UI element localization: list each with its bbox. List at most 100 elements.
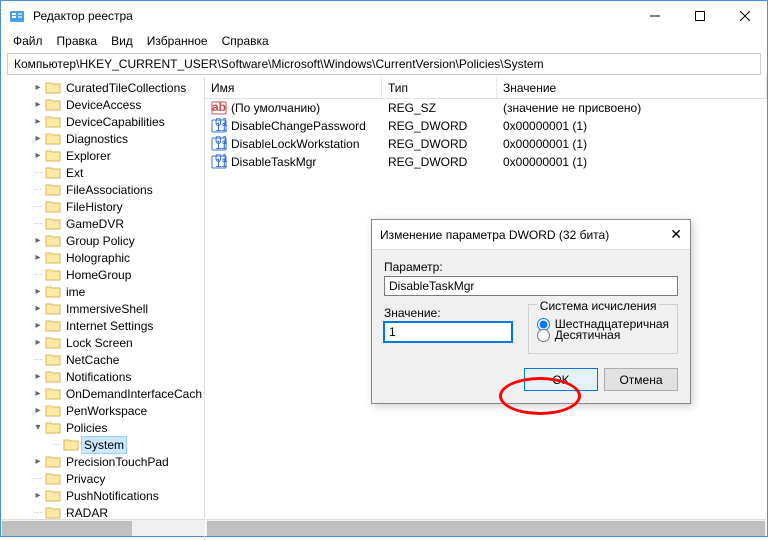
chevron-right-icon[interactable]: ▸ [31, 286, 45, 297]
tree-label: Lock Screen [64, 335, 135, 351]
chevron-right-icon[interactable]: ▸ [31, 303, 45, 314]
tree-connector: ⋯ [31, 473, 45, 484]
tree-item[interactable]: ▸Internet Settings [1, 317, 204, 334]
tree-label: ImmersiveShell [64, 301, 150, 317]
tree-item[interactable]: ▸DeviceCapabilities [1, 113, 204, 130]
tree-connector: ⋯ [31, 269, 45, 280]
base-fieldset: Система исчисления Шестнадцатеричная Дес… [528, 304, 678, 354]
close-button[interactable] [722, 1, 767, 31]
tree-item[interactable]: ▸OnDemandInterfaceCach [1, 385, 204, 402]
address-bar[interactable]: Компьютер\HKEY_CURRENT_USER\Software\Mic… [7, 53, 761, 75]
value-type-icon: 011110 [211, 136, 227, 152]
svg-text:ab: ab [212, 100, 226, 114]
tree-item[interactable]: ▸ Lock Screen [1, 334, 204, 351]
value-row[interactable]: 011110DisableLockWorkstationREG_DWORD0x0… [205, 135, 767, 153]
horizontal-scrollbar-right[interactable] [206, 519, 766, 536]
value-row[interactable]: 011110DisableTaskMgrREG_DWORD0x00000001 … [205, 153, 767, 171]
menu-file[interactable]: Файл [7, 32, 49, 50]
chevron-right-icon[interactable]: ▸ [31, 388, 45, 399]
tree-item[interactable]: ⋯System [1, 436, 204, 453]
tree-item[interactable]: ▾ Policies [1, 419, 204, 436]
tree-item[interactable]: ▸ Notifications [1, 368, 204, 385]
chevron-right-icon[interactable]: ▸ [31, 405, 45, 416]
value-data: 0x00000001 (1) [497, 137, 767, 151]
col-type[interactable]: Тип [382, 77, 497, 98]
tree-panel[interactable]: ▸CuratedTileCollections▸DeviceAccess▸Dev… [1, 77, 205, 540]
chevron-right-icon[interactable]: ▸ [31, 133, 45, 144]
tree-item[interactable]: ▸ ime [1, 283, 204, 300]
tree-label: PrecisionTouchPad [64, 454, 171, 470]
tree-item[interactable]: ▸Holographic [1, 249, 204, 266]
tree-item[interactable]: ▸ Diagnostics [1, 130, 204, 147]
chevron-right-icon[interactable]: ▸ [31, 82, 45, 93]
value-type: REG_DWORD [382, 155, 497, 169]
value-row[interactable]: ab(По умолчанию)REG_SZ(значение не присв… [205, 99, 767, 117]
folder-icon [45, 506, 61, 520]
tree-label: Notifications [64, 369, 133, 385]
chevron-right-icon[interactable]: ▸ [31, 150, 45, 161]
tree-item[interactable]: ⋯Ext [1, 164, 204, 181]
chevron-right-icon[interactable]: ▸ [31, 320, 45, 331]
dialog-close-icon[interactable]: ✕ [652, 226, 682, 243]
tree-item[interactable]: ▸ PenWorkspace [1, 402, 204, 419]
base-legend: Система исчисления [537, 299, 660, 313]
cancel-button[interactable]: Отмена [604, 368, 678, 391]
menu-edit[interactable]: Правка [51, 32, 104, 50]
dialog-title-bar[interactable]: Изменение параметра DWORD (32 бита) ✕ [372, 220, 690, 250]
chevron-right-icon[interactable]: ▸ [31, 456, 45, 467]
regedit-icon [9, 8, 25, 24]
tree-item[interactable]: ▸ DeviceAccess [1, 96, 204, 113]
horizontal-scrollbar[interactable] [1, 519, 205, 536]
tree-item[interactable]: ▸CuratedTileCollections [1, 79, 204, 96]
tree-item[interactable]: ⋯HomeGroup [1, 266, 204, 283]
chevron-right-icon[interactable]: ▸ [31, 99, 45, 110]
folder-icon [45, 302, 61, 316]
col-name[interactable]: Имя [205, 77, 382, 98]
chevron-right-icon[interactable]: ▸ [31, 337, 45, 348]
maximize-button[interactable] [677, 1, 722, 31]
window-title: Редактор реестра [33, 9, 632, 23]
folder-icon [45, 404, 61, 418]
folder-icon [45, 472, 61, 486]
tree-item[interactable]: ⋯FileHistory [1, 198, 204, 215]
tree-item[interactable]: ▸Group Policy [1, 232, 204, 249]
chevron-right-icon[interactable]: ▸ [31, 116, 45, 127]
folder-icon [45, 200, 61, 214]
folder-icon [45, 421, 61, 435]
chevron-right-icon[interactable]: ▸ [31, 252, 45, 263]
tree-label: Diagnostics [64, 131, 130, 147]
minimize-button[interactable] [632, 1, 677, 31]
folder-icon [63, 438, 79, 452]
folder-icon [45, 98, 61, 112]
value-row[interactable]: 011110DisableChangePasswordREG_DWORD0x00… [205, 117, 767, 135]
value-input[interactable] [384, 322, 512, 342]
tree-label: ime [64, 284, 87, 300]
value-type-icon: ab [211, 100, 227, 116]
radio-dec-input[interactable] [537, 329, 550, 342]
tree-item[interactable]: ⋯Privacy [1, 470, 204, 487]
tree-item[interactable]: ⋯GameDVR [1, 215, 204, 232]
chevron-right-icon[interactable]: ▸ [31, 371, 45, 382]
folder-icon [45, 115, 61, 129]
tree-item[interactable]: ⋯NetCache [1, 351, 204, 368]
dialog-title: Изменение параметра DWORD (32 бита) [380, 228, 652, 242]
chevron-down-icon[interactable]: ▾ [31, 422, 45, 433]
tree-item[interactable]: ⋯FileAssociations [1, 181, 204, 198]
param-name-input[interactable] [384, 276, 678, 296]
tree-item[interactable]: ▸ ImmersiveShell [1, 300, 204, 317]
menu-view[interactable]: Вид [105, 32, 139, 50]
tree-item[interactable]: ▸ PrecisionTouchPad [1, 453, 204, 470]
menu-favorites[interactable]: Избранное [141, 32, 214, 50]
tree-label: Policies [64, 420, 109, 436]
tree-item[interactable]: ▸PushNotifications [1, 487, 204, 504]
tree-label: System [82, 437, 126, 453]
chevron-right-icon[interactable]: ▸ [31, 490, 45, 501]
chevron-right-icon[interactable]: ▸ [31, 235, 45, 246]
col-value[interactable]: Значение [497, 77, 767, 98]
list-header: Имя Тип Значение [205, 77, 767, 99]
tree-label: DeviceAccess [64, 97, 143, 113]
menu-help[interactable]: Справка [216, 32, 275, 50]
tree-item[interactable]: ▸Explorer [1, 147, 204, 164]
tree-label: PenWorkspace [64, 403, 149, 419]
ok-button[interactable]: OK [524, 368, 598, 391]
